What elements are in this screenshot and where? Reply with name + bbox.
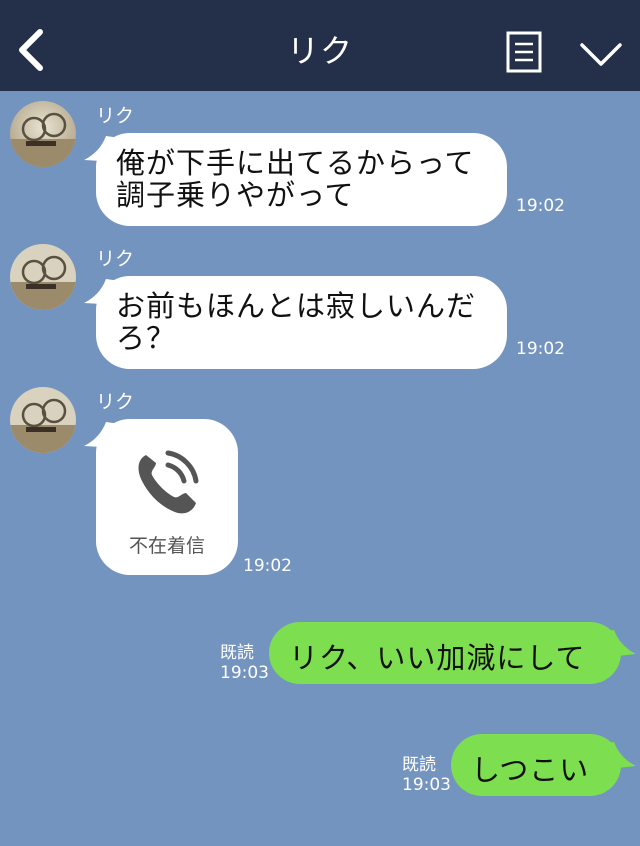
- message-text: しつこい: [471, 753, 590, 787]
- message-time: 19:03: [220, 663, 269, 683]
- message-text: 俺が下手に出てるからって 調子乗りやがって: [116, 146, 475, 212]
- sender-name: リク: [96, 105, 135, 127]
- message-bubble[interactable]: 俺が下手に出てるからって 調子乗りやがって: [96, 133, 507, 226]
- message-time: 19:03: [402, 775, 451, 795]
- avatar[interactable]: [10, 244, 76, 310]
- outgoing-message-bubble[interactable]: リク、いい加減にして: [269, 622, 621, 684]
- avatar-photo-icon: [10, 101, 76, 167]
- bubble-tail: [598, 742, 636, 770]
- avatar[interactable]: [10, 387, 76, 453]
- sender-name: リク: [96, 248, 135, 270]
- read-label: 既読: [220, 643, 254, 663]
- message-time: 19:02: [243, 556, 292, 576]
- document-menu-icon: [506, 31, 542, 73]
- read-label: 既読: [402, 755, 436, 775]
- chevron-down-icon: [580, 43, 622, 66]
- avatar[interactable]: [10, 101, 76, 167]
- sender-name: リク: [96, 391, 135, 413]
- missed-call-label: 不在着信: [128, 535, 205, 557]
- chat-header: リク: [0, 0, 640, 91]
- collapse-button[interactable]: [578, 40, 624, 70]
- message-text: リク、いい加減にして: [289, 641, 586, 675]
- chat-title: リク: [286, 32, 353, 70]
- message-time: 19:02: [516, 339, 565, 359]
- read-status: 既読 19:03: [402, 755, 451, 795]
- missed-call-bubble[interactable]: 不在着信: [96, 419, 238, 575]
- read-status: 既読 19:03: [220, 643, 269, 683]
- message-time: 19:02: [516, 196, 565, 216]
- message-text: お前もほんとは寂しいんだ ろ？: [116, 289, 477, 355]
- message-bubble[interactable]: お前もほんとは寂しいんだ ろ？: [96, 276, 507, 369]
- menu-button[interactable]: [506, 31, 542, 73]
- bubble-tail: [598, 630, 636, 658]
- phone-icon: [138, 450, 199, 514]
- avatar-photo-icon: [10, 244, 76, 310]
- avatar-photo-icon: [10, 387, 76, 453]
- outgoing-message-bubble[interactable]: しつこい: [451, 734, 621, 796]
